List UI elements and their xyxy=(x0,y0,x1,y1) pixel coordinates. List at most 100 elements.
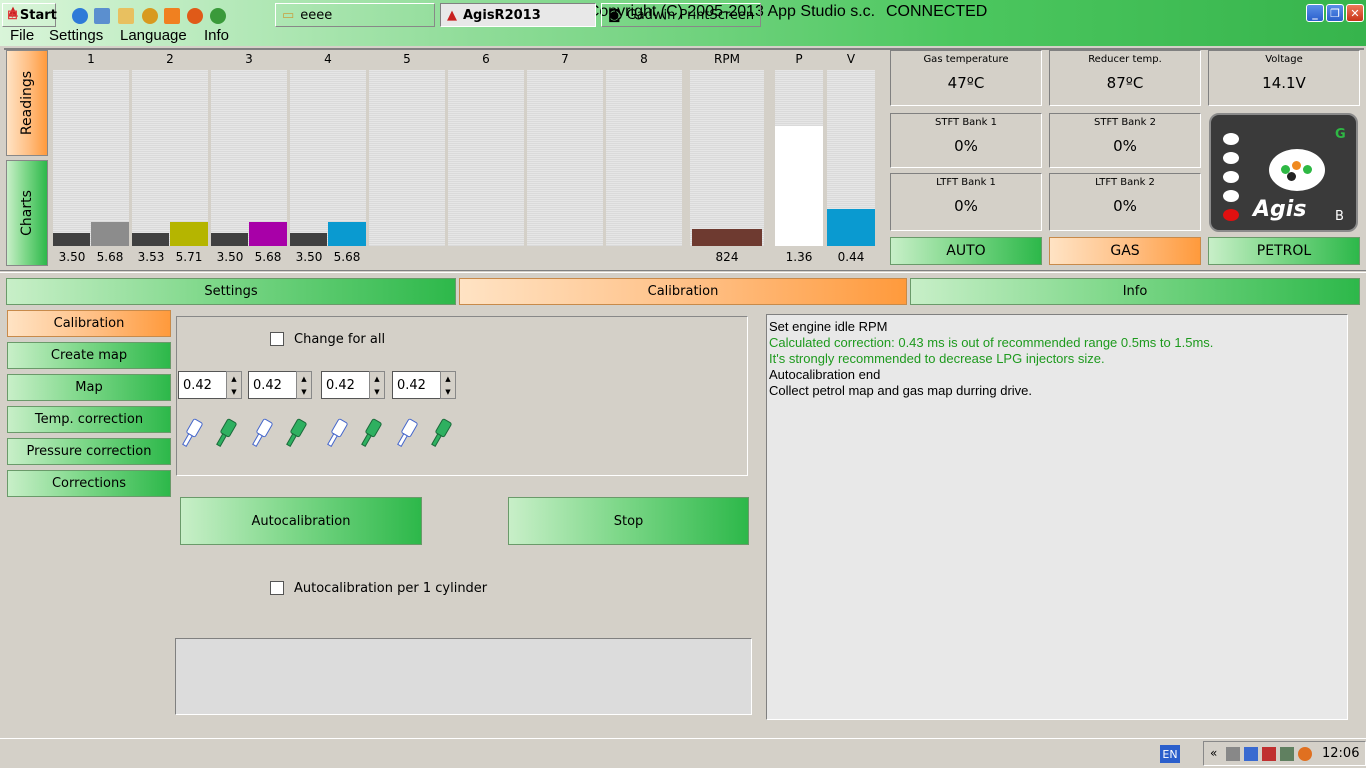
app-quicklaunch-icon[interactable] xyxy=(142,8,158,24)
change-for-all-label: Change for all xyxy=(294,332,386,347)
firefox-icon[interactable] xyxy=(187,8,203,24)
vacuum-value: 0.44 xyxy=(837,250,865,264)
reducer-temp-value: 87ºC xyxy=(1106,74,1144,92)
stop-button[interactable]: Stop xyxy=(508,497,749,545)
vlc-icon[interactable] xyxy=(164,8,180,24)
correction-stepper-3[interactable]: ▲ ▼ xyxy=(369,371,385,399)
gas-injector-icon xyxy=(361,418,382,447)
tab-settings[interactable]: Settings xyxy=(6,278,456,305)
tray-icon-5[interactable] xyxy=(1298,747,1312,761)
agis-emblem-icon xyxy=(1269,149,1325,191)
gas-button[interactable]: GAS xyxy=(1049,237,1201,265)
petrol-button[interactable]: PETROL xyxy=(1208,237,1360,265)
pressure-fill xyxy=(775,126,823,246)
petrol-time-bar xyxy=(132,233,169,246)
sidebar-item-temp-correction[interactable]: Temp. correction xyxy=(7,406,171,433)
taskbar-item-agis[interactable]: ▲ AgisR2013 xyxy=(440,3,596,27)
autocalibration-button[interactable]: Autocalibration xyxy=(180,497,422,545)
maximize-button[interactable]: ❐ xyxy=(1326,4,1344,22)
sidebar-item-corrections[interactable]: Corrections xyxy=(7,470,171,497)
led-4 xyxy=(1223,190,1239,202)
cyl-label-4: 4 xyxy=(324,52,332,66)
rpm-fill xyxy=(692,229,762,246)
petrol-time-3: 3.50 xyxy=(216,250,244,264)
ltft-bank2-value: 0% xyxy=(1113,197,1137,215)
camera-icon: ◙ xyxy=(608,7,621,23)
menu-file[interactable]: File xyxy=(10,27,34,44)
rpm-bar xyxy=(690,70,764,246)
message-line-3: It's strongly recommended to decrease LP… xyxy=(769,351,1105,366)
menu-info[interactable]: Info xyxy=(204,27,229,44)
correction-stepper-2[interactable]: ▲ ▼ xyxy=(296,371,312,399)
voltage-value: 14.1V xyxy=(1262,74,1306,92)
message-line-5: Collect petrol map and gas map durring d… xyxy=(769,383,1033,398)
cylinder-bar-2 xyxy=(132,70,208,246)
led-2 xyxy=(1223,152,1239,164)
cylinder-bar-5 xyxy=(369,70,445,246)
stft-bank2-value: 0% xyxy=(1113,137,1137,155)
stft-bank1-value: 0% xyxy=(954,137,978,155)
sidebar-item-create-map[interactable]: Create map xyxy=(7,342,171,369)
tab-calibration[interactable]: Calibration xyxy=(459,278,907,305)
taskbar-item-gadwin[interactable]: ◙ Gadwin PrintScreen xyxy=(601,3,761,27)
change-for-all-checkbox[interactable] xyxy=(270,332,284,346)
utorrent-icon[interactable] xyxy=(210,8,226,24)
reducer-temp-box: Reducer temp. 87ºC xyxy=(1049,50,1201,106)
start-button[interactable]: ⊞ Start xyxy=(2,3,57,27)
rpm-value: 824 xyxy=(715,250,739,264)
gas-time-2: 5.71 xyxy=(175,250,203,264)
menu-settings[interactable]: Settings xyxy=(49,27,103,44)
gas-time-4: 5.68 xyxy=(333,250,361,264)
vacuum-label: V xyxy=(846,52,856,66)
cylinder-bar-4 xyxy=(290,70,366,246)
tab-info[interactable]: Info xyxy=(910,278,1360,305)
explorer-icon[interactable] xyxy=(94,8,110,24)
tray-icon-4[interactable] xyxy=(1280,747,1294,761)
voltage-box: Voltage 14.1V xyxy=(1208,50,1360,106)
vacuum-fill xyxy=(827,209,875,246)
gas-time-3: 5.68 xyxy=(254,250,282,264)
sidebar-item-map[interactable]: Map xyxy=(7,374,171,401)
led-red xyxy=(1223,209,1239,221)
ltft-bank1-box: LTFT Bank 1 0% xyxy=(890,173,1042,231)
ltft-bank2-box: LTFT Bank 2 0% xyxy=(1049,173,1201,231)
stft-bank1-box: STFT Bank 1 0% xyxy=(890,113,1042,168)
ie-icon[interactable] xyxy=(72,8,88,24)
sidebar-item-pressure-correction[interactable]: Pressure correction xyxy=(7,438,171,465)
taskbar-item-folder[interactable]: ▭ eeee xyxy=(275,3,435,27)
logo-text: Agis xyxy=(1253,197,1307,222)
correction-stepper-1[interactable]: ▲ ▼ xyxy=(226,371,242,399)
petrol-injector-icon xyxy=(182,418,203,447)
folder-icon[interactable] xyxy=(118,8,134,24)
auto-button[interactable]: AUTO xyxy=(890,237,1042,265)
tab-readings[interactable]: Readings xyxy=(6,50,48,156)
correction-stepper-4[interactable]: ▲ ▼ xyxy=(440,371,456,399)
menu-language[interactable]: Language xyxy=(120,27,187,44)
cyl-label-7: 7 xyxy=(561,52,569,66)
gas-time-bar xyxy=(170,222,208,246)
cylinder-bar-6 xyxy=(448,70,524,246)
per-cylinder-checkbox[interactable] xyxy=(270,581,284,595)
tab-charts[interactable]: Charts xyxy=(6,160,48,266)
petrol-time-4: 3.50 xyxy=(295,250,323,264)
message-line-2: Calculated correction: 0.43 ms is out of… xyxy=(769,335,1214,350)
petrol-time-bar xyxy=(290,233,327,246)
cyl-label-5: 5 xyxy=(403,52,411,66)
cylinder-bar-3 xyxy=(211,70,287,246)
tray-expand-icon[interactable]: « xyxy=(1210,746,1217,760)
tray-icon-3[interactable] xyxy=(1262,747,1276,761)
cyl-label-2: 2 xyxy=(166,52,174,66)
connection-status: CONNECTED xyxy=(886,3,988,20)
gas-time-bar xyxy=(91,222,129,246)
petrol-time-bar xyxy=(211,233,248,246)
tray-icon-1[interactable] xyxy=(1226,747,1240,761)
language-indicator[interactable]: EN xyxy=(1160,745,1180,763)
gas-time-bar xyxy=(249,222,287,246)
petrol-time-1: 3.50 xyxy=(58,250,86,264)
minimize-button[interactable]: _ xyxy=(1306,4,1324,22)
close-button[interactable]: ✕ xyxy=(1346,4,1364,22)
tray-icon-2[interactable] xyxy=(1244,747,1258,761)
agis-app-icon: ▲ xyxy=(447,7,457,23)
windows-logo-icon: ⊞ xyxy=(7,7,18,23)
sidebar-item-calibration[interactable]: Calibration xyxy=(7,310,171,337)
